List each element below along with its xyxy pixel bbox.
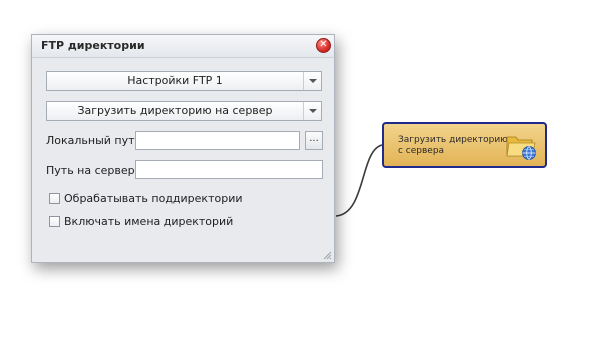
recursive-checkbox-label: Обрабатывать поддиректории — [64, 192, 243, 205]
dialog-titlebar[interactable]: FTP директории ✕ — [32, 35, 334, 58]
ftp-settings-select-value: Настройки FTP 1 — [127, 74, 223, 87]
resize-grip-icon[interactable] — [322, 250, 332, 260]
close-button[interactable]: ✕ — [316, 38, 331, 53]
chevron-down-icon[interactable] — [303, 72, 321, 90]
local-path-input[interactable] — [135, 131, 300, 150]
workflow-node-download-directory[interactable]: Загрузить директорию с сервера — [382, 122, 547, 168]
recursive-checkbox[interactable] — [49, 193, 60, 204]
server-path-input[interactable] — [135, 160, 323, 179]
ftp-settings-select[interactable]: Настройки FTP 1 — [46, 71, 322, 91]
server-path-label: Путь на сервере — [46, 164, 142, 177]
close-icon: ✕ — [319, 39, 328, 50]
ftp-action-select-value: Загрузить директорию на сервер — [77, 104, 273, 117]
chevron-down-icon[interactable] — [303, 102, 321, 120]
include-names-checkbox[interactable] — [49, 216, 60, 227]
node-label: Загрузить директорию с сервера — [398, 135, 508, 156]
dialog-title: FTP директории — [41, 39, 145, 52]
ftp-action-select[interactable]: Загрузить директорию на сервер — [46, 101, 322, 121]
ftp-directories-dialog: FTP директории ✕ Настройки FTP 1 Загрузи… — [31, 34, 335, 263]
local-path-label: Локальный путь — [46, 134, 142, 147]
folder-globe-icon — [506, 136, 536, 160]
include-names-checkbox-label: Включать имена директорий — [64, 215, 234, 228]
browse-button[interactable]: ... — [305, 131, 323, 150]
